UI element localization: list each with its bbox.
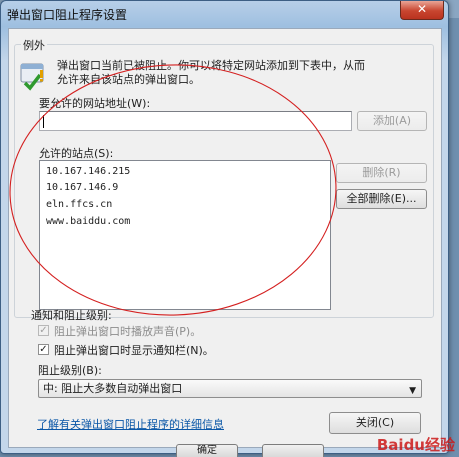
- list-item[interactable]: www.baiddu.com: [46, 216, 130, 227]
- info-text: 弹出窗口当前已被阻止。你可以将特定网站添加到下表中，从而 允许来自该站点的弹出窗…: [57, 59, 427, 87]
- dialog-body: 例外 弹出窗口当前已被阻止。你可以将特定网站添加到下表中，从而 允许来自该站点的…: [8, 28, 442, 448]
- blocking-level-label: 阻止级别(B):: [38, 364, 102, 377]
- list-item[interactable]: 10.167.146.215: [46, 166, 130, 177]
- baidu-watermark: Baidu经验: [376, 436, 455, 454]
- text-caret: [43, 115, 44, 128]
- notifications-label: 通知和阻止级别:: [31, 309, 112, 322]
- learn-more-link[interactable]: 了解有关弹出窗口阻止程序的详细信息: [37, 416, 224, 432]
- play-sound-label: 阻止弹出窗口时播放声音(P)。: [54, 325, 202, 338]
- blocking-level-select[interactable]: 中: 阻止大多数自动弹出窗口 ▼: [38, 379, 422, 398]
- dialog-title: 弹出窗口阻止程序设置: [7, 8, 128, 22]
- remove-all-button[interactable]: 全部删除(E)...: [336, 189, 427, 209]
- close-button[interactable]: 关闭(C): [329, 412, 421, 434]
- address-input[interactable]: [39, 111, 352, 131]
- allowed-sites-list[interactable]: 10.167.146.215 10.167.146.9 eln.ffcs.cn …: [39, 160, 331, 310]
- add-button[interactable]: 添加(A): [357, 111, 427, 131]
- show-notification-bar-label: 阻止弹出窗口时显示通知栏(N)。: [54, 344, 214, 357]
- shield-warning-icon: [20, 63, 44, 91]
- list-item[interactable]: eln.ffcs.cn: [46, 199, 112, 210]
- chevron-down-icon: ▼: [409, 386, 416, 396]
- info-line-2: 允许来自该站点的弹出窗口。: [57, 73, 200, 86]
- remove-button[interactable]: 删除(R): [336, 163, 427, 183]
- address-label: 要允许的网站地址(W):: [39, 97, 151, 110]
- popup-blocker-dialog: 弹出窗口阻止程序设置 ✕ 例外 弹出窗口当前已被阻止。你可以将特定网站添加到下表…: [0, 0, 449, 454]
- info-line-1: 弹出窗口当前已被阻止。你可以将特定网站添加到下表中，从而: [57, 59, 365, 72]
- list-item[interactable]: 10.167.146.9: [46, 182, 118, 193]
- blocking-level-value: 中: 阻止大多数自动弹出窗口: [43, 382, 183, 395]
- ok-button[interactable]: 确定: [176, 444, 238, 457]
- show-notification-bar-checkbox[interactable]: ✓: [38, 344, 49, 355]
- exceptions-group-label: 例外: [21, 37, 47, 53]
- play-sound-checkbox[interactable]: ✓: [38, 325, 49, 336]
- underlying-button[interactable]: [262, 444, 324, 457]
- close-window-button[interactable]: ✕: [400, 1, 444, 20]
- allowed-sites-label: 允许的站点(S):: [39, 147, 114, 160]
